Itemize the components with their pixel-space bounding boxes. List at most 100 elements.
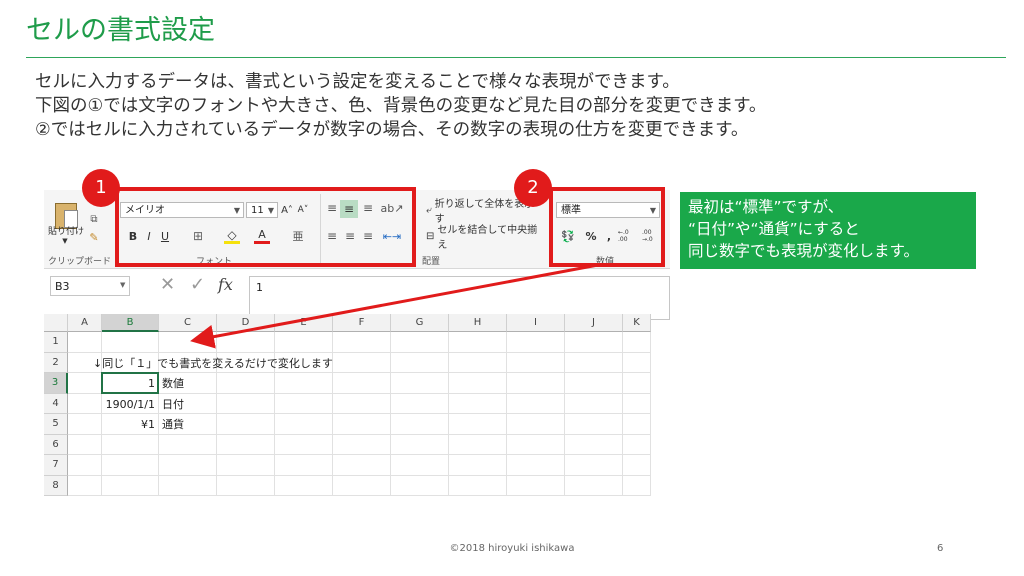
wrap-text-button[interactable]: ⤶ 折り返して全体を表示す — [426, 199, 536, 225]
name-box-dropdown-icon[interactable]: ▼ — [120, 281, 125, 289]
column-header-c[interactable]: C — [159, 314, 217, 332]
cell-a4[interactable] — [68, 393, 102, 414]
cell-i7[interactable] — [507, 455, 565, 476]
column-header-e[interactable]: E — [275, 314, 333, 332]
cell-a7[interactable] — [68, 455, 102, 476]
cell-g8[interactable] — [391, 475, 449, 496]
cell-k2[interactable] — [623, 352, 651, 373]
cell-e1[interactable] — [275, 332, 333, 353]
cell-f5[interactable] — [333, 414, 391, 435]
row-header-5[interactable]: 5 — [44, 414, 68, 435]
cell-a1[interactable] — [68, 332, 102, 353]
column-header-h[interactable]: H — [449, 314, 507, 332]
cell-b8[interactable] — [102, 475, 159, 496]
cell-k6[interactable] — [623, 434, 651, 455]
cell-j6[interactable] — [565, 434, 623, 455]
row-header-8[interactable]: 8 — [44, 475, 68, 496]
cell-j4[interactable] — [565, 393, 623, 414]
format-painter-icon[interactable]: ✎ — [86, 230, 102, 244]
row-header-1[interactable]: 1 — [44, 332, 68, 353]
cell-k1[interactable] — [623, 332, 651, 353]
cell-g5[interactable] — [391, 414, 449, 435]
column-header-b[interactable]: B — [102, 314, 159, 332]
cell-f8[interactable] — [333, 475, 391, 496]
name-box[interactable]: B3 — [50, 276, 130, 296]
cell-g7[interactable] — [391, 455, 449, 476]
cell-j2[interactable] — [565, 352, 623, 373]
cell-e6[interactable] — [275, 434, 333, 455]
cell-c8[interactable] — [159, 475, 217, 496]
row-header-3[interactable]: 3 — [44, 373, 68, 394]
cell-g1[interactable] — [391, 332, 449, 353]
cell-d7[interactable] — [217, 455, 275, 476]
cell-b1[interactable] — [102, 332, 159, 353]
cell-f6[interactable] — [333, 434, 391, 455]
cell-h4[interactable] — [449, 393, 507, 414]
column-header-a[interactable]: A — [68, 314, 102, 332]
cell-h7[interactable] — [449, 455, 507, 476]
cell-e5[interactable] — [275, 414, 333, 435]
cell-h5[interactable] — [449, 414, 507, 435]
cancel-entry-icon[interactable]: ✕ — [160, 274, 175, 295]
cell-k4[interactable] — [623, 393, 651, 414]
row-header-4[interactable]: 4 — [44, 393, 68, 414]
cell-d5[interactable] — [217, 414, 275, 435]
cell-f3[interactable] — [333, 373, 391, 394]
cell-g3[interactable] — [391, 373, 449, 394]
cell-j5[interactable] — [565, 414, 623, 435]
confirm-entry-icon[interactable]: ✓ — [190, 274, 205, 295]
cell-e8[interactable] — [275, 475, 333, 496]
cell-g6[interactable] — [391, 434, 449, 455]
cell-j8[interactable] — [565, 475, 623, 496]
cell-k5[interactable] — [623, 414, 651, 435]
cell-g2[interactable] — [391, 352, 449, 373]
cell-i6[interactable] — [507, 434, 565, 455]
cell-e4[interactable] — [275, 393, 333, 414]
cell-a8[interactable] — [68, 475, 102, 496]
cell-i5[interactable] — [507, 414, 565, 435]
cell-i8[interactable] — [507, 475, 565, 496]
cell-k3[interactable] — [623, 373, 651, 394]
select-all-corner[interactable] — [44, 314, 68, 332]
row-header-7[interactable]: 7 — [44, 455, 68, 476]
cell-d8[interactable] — [217, 475, 275, 496]
cell-a3[interactable] — [68, 373, 102, 394]
cell-a6[interactable] — [68, 434, 102, 455]
cell-i3[interactable] — [507, 373, 565, 394]
cell-g4[interactable] — [391, 393, 449, 414]
cell-e3[interactable] — [275, 373, 333, 394]
cell-f4[interactable] — [333, 393, 391, 414]
cell-c1[interactable] — [159, 332, 217, 353]
cell-e7[interactable] — [275, 455, 333, 476]
cell-h6[interactable] — [449, 434, 507, 455]
column-header-j[interactable]: J — [565, 314, 623, 332]
insert-function-button[interactable]: fx — [218, 275, 233, 294]
cell-h1[interactable] — [449, 332, 507, 353]
copy-icon[interactable]: ⧉ — [86, 212, 102, 226]
cell-h3[interactable] — [449, 373, 507, 394]
cell-b7[interactable] — [102, 455, 159, 476]
cell-a5[interactable] — [68, 414, 102, 435]
cell-i4[interactable] — [507, 393, 565, 414]
column-header-g[interactable]: G — [391, 314, 449, 332]
row-header-6[interactable]: 6 — [44, 434, 68, 455]
column-header-i[interactable]: I — [507, 314, 565, 332]
column-header-d[interactable]: D — [217, 314, 275, 332]
cell-c6[interactable] — [159, 434, 217, 455]
cell-i1[interactable] — [507, 332, 565, 353]
cell-f7[interactable] — [333, 455, 391, 476]
cell-h2[interactable] — [449, 352, 507, 373]
paste-dropdown-icon[interactable]: ▼ — [60, 236, 70, 246]
cell-i2[interactable] — [507, 352, 565, 373]
cell-d4[interactable] — [217, 393, 275, 414]
cell-k7[interactable] — [623, 455, 651, 476]
row-header-2[interactable]: 2 — [44, 352, 68, 373]
column-header-k[interactable]: K — [623, 314, 651, 332]
cell-d3[interactable] — [217, 373, 275, 394]
cell-c7[interactable] — [159, 455, 217, 476]
cell-d1[interactable] — [217, 332, 275, 353]
column-header-f[interactable]: F — [333, 314, 391, 332]
cell-b6[interactable] — [102, 434, 159, 455]
cell-k8[interactable] — [623, 475, 651, 496]
cell-f1[interactable] — [333, 332, 391, 353]
